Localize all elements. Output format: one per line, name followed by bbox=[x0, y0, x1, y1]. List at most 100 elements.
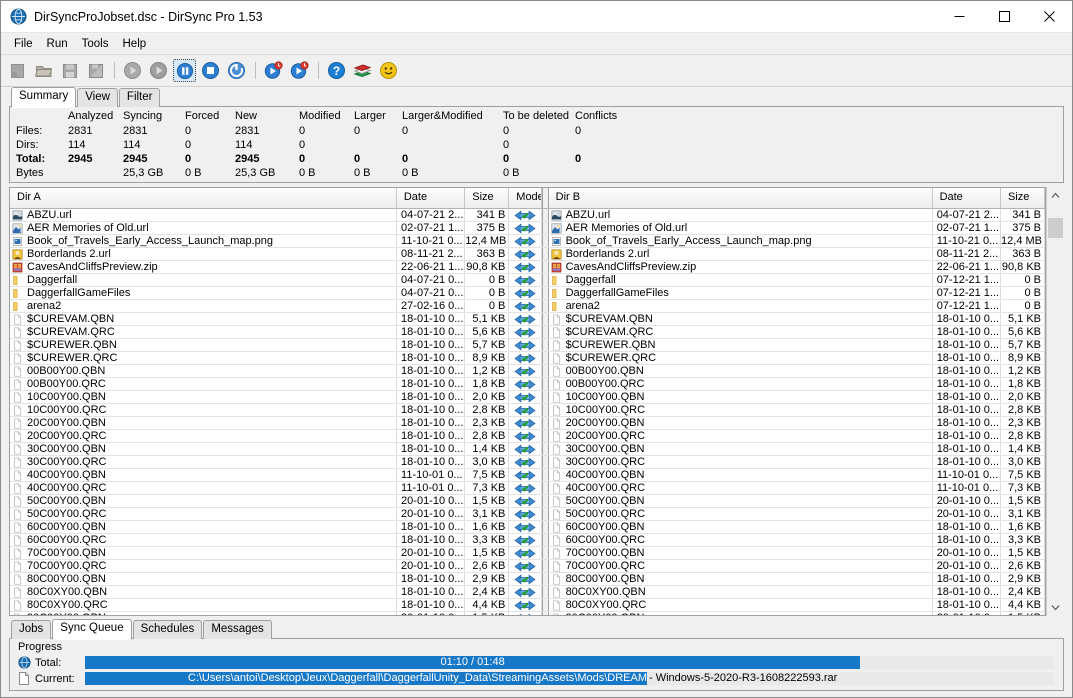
stop-icon[interactable] bbox=[199, 59, 222, 82]
new-job-icon[interactable] bbox=[6, 59, 29, 82]
panel-divider[interactable] bbox=[541, 430, 549, 442]
sync-both-ways-icon[interactable] bbox=[509, 534, 542, 546]
table-row[interactable]: 80C00Y00.QBN 18-01-10 0... 2,9 KB 80C00Y00.… bbox=[10, 573, 1045, 586]
tab-schedules[interactable]: Schedules bbox=[132, 620, 203, 639]
tab-jobs[interactable]: Jobs bbox=[11, 620, 52, 639]
sync-both-ways-icon[interactable] bbox=[509, 352, 542, 364]
table-row[interactable]: 90C00Y00.QBN 20-01-10 0... 1,5 KB 90C00Y00.… bbox=[10, 612, 1045, 615]
table-row[interactable]: 20C00Y00.QRC 18-01-10 0... 2,8 KB 20C00Y00.… bbox=[10, 430, 1045, 443]
table-row[interactable]: $CUREVAM.QRC 18-01-10 0... 5,6 KB $CUREVAM.… bbox=[10, 326, 1045, 339]
open-job-icon[interactable] bbox=[32, 59, 55, 82]
panel-divider[interactable] bbox=[541, 365, 549, 377]
column-header-size-b[interactable]: Size bbox=[1000, 188, 1045, 208]
panel-divider[interactable] bbox=[541, 547, 549, 559]
sync-both-ways-icon[interactable] bbox=[509, 443, 542, 455]
sync-both-ways-icon[interactable] bbox=[509, 300, 542, 312]
sync-both-ways-icon[interactable] bbox=[509, 469, 542, 481]
panel-divider[interactable] bbox=[541, 209, 549, 221]
sync-both-ways-icon[interactable] bbox=[509, 326, 542, 338]
scroll-down-icon[interactable] bbox=[1047, 599, 1064, 616]
table-row[interactable]: 70C00Y00.QBN 20-01-10 0... 1,5 KB 70C00Y00.… bbox=[10, 547, 1045, 560]
sync-both-ways-icon[interactable] bbox=[509, 391, 542, 403]
scrollbar-track[interactable] bbox=[1047, 204, 1064, 599]
table-row[interactable]: 40C00Y00.QBN 11-10-01 0... 7,5 KB 40C00Y00.… bbox=[10, 469, 1045, 482]
panel-divider[interactable] bbox=[541, 469, 549, 481]
table-row[interactable]: 50C00Y00.QBN 20-01-10 0... 1,5 KB 50C00Y00.… bbox=[10, 495, 1045, 508]
panel-divider[interactable] bbox=[541, 495, 549, 507]
panel-divider[interactable] bbox=[541, 586, 549, 598]
menu-help[interactable]: Help bbox=[116, 36, 154, 52]
sync-both-ways-icon[interactable] bbox=[509, 430, 542, 442]
sync-both-ways-icon[interactable] bbox=[509, 248, 542, 260]
table-row[interactable]: 40C00Y00.QRC 11-10-01 0... 7,3 KB 40C00Y00.… bbox=[10, 482, 1045, 495]
about-smiley-icon[interactable] bbox=[377, 59, 400, 82]
tab-messages[interactable]: Messages bbox=[203, 620, 272, 639]
save-job-icon[interactable] bbox=[58, 59, 81, 82]
table-row[interactable]: arena2 27-02-16 0... 0 B arena2 07-12-21 1..… bbox=[10, 300, 1045, 313]
synchronize-icon[interactable] bbox=[147, 59, 170, 82]
panel-divider[interactable] bbox=[541, 287, 549, 299]
table-row[interactable]: 60C00Y00.QRC 18-01-10 0... 3,3 KB 60C00Y00.… bbox=[10, 534, 1045, 547]
analyze-icon[interactable] bbox=[121, 59, 144, 82]
panel-divider[interactable] bbox=[541, 391, 549, 403]
table-row[interactable]: $CUREVAM.QBN 18-01-10 0... 5,1 KB $CUREVAM.… bbox=[10, 313, 1045, 326]
panel-divider[interactable] bbox=[541, 248, 549, 260]
table-row[interactable]: $CUREWER.QBN 18-01-10 0... 5,7 KB $CUREWER.… bbox=[10, 339, 1045, 352]
sync-both-ways-icon[interactable] bbox=[509, 339, 542, 351]
tab-sync-queue[interactable]: Sync Queue bbox=[52, 619, 132, 640]
table-row[interactable]: Book_of_Travels_Early_Access_Launch_map.… bbox=[10, 235, 1045, 248]
table-row[interactable]: 60C00Y00.QBN 18-01-10 0... 1,6 KB 60C00Y00.… bbox=[10, 521, 1045, 534]
sync-both-ways-icon[interactable] bbox=[509, 599, 542, 611]
panel-divider[interactable] bbox=[541, 352, 549, 364]
table-row[interactable]: 10C00Y00.QBN 18-01-10 0... 2,0 KB 10C00Y00.… bbox=[10, 391, 1045, 404]
sync-both-ways-icon[interactable] bbox=[509, 560, 542, 572]
sync-both-ways-icon[interactable] bbox=[509, 365, 542, 377]
column-header-mode[interactable]: Mode bbox=[509, 188, 542, 208]
menu-run[interactable]: Run bbox=[40, 36, 75, 52]
sync-both-ways-icon[interactable] bbox=[509, 274, 542, 286]
sync-both-ways-icon[interactable] bbox=[509, 495, 542, 507]
panel-divider[interactable] bbox=[541, 222, 549, 234]
panel-divider[interactable] bbox=[541, 534, 549, 546]
file-list-scrollbar[interactable] bbox=[1046, 187, 1064, 616]
panel-divider[interactable] bbox=[541, 443, 549, 455]
sync-both-ways-icon[interactable] bbox=[509, 261, 542, 273]
panel-divider[interactable] bbox=[541, 521, 549, 533]
sync-both-ways-icon[interactable] bbox=[509, 378, 542, 390]
table-row[interactable]: 00B00Y00.QBN 18-01-10 0... 1,2 KB 00B00Y00.… bbox=[10, 365, 1045, 378]
menu-tools[interactable]: Tools bbox=[75, 36, 116, 52]
column-header-date-a[interactable]: Date bbox=[396, 188, 466, 208]
panel-divider[interactable] bbox=[541, 456, 549, 468]
panel-divider[interactable] bbox=[541, 573, 549, 585]
schedule-stop-icon[interactable] bbox=[288, 59, 311, 82]
table-row[interactable]: AER Memories of Old.url 02-07-21 1... 375 … bbox=[10, 222, 1045, 235]
panel-divider[interactable] bbox=[541, 300, 549, 312]
sync-both-ways-icon[interactable] bbox=[509, 482, 542, 494]
panel-divider[interactable] bbox=[541, 326, 549, 338]
sync-both-ways-icon[interactable] bbox=[509, 235, 542, 247]
close-button[interactable] bbox=[1027, 1, 1072, 32]
tab-view[interactable]: View bbox=[77, 88, 118, 107]
panel-divider[interactable] bbox=[541, 378, 549, 390]
save-as-job-icon[interactable] bbox=[84, 59, 107, 82]
scroll-up-icon[interactable] bbox=[1047, 187, 1064, 204]
panel-divider[interactable] bbox=[541, 612, 549, 615]
table-row[interactable]: Daggerfall 04-07-21 0... 0 B Daggerfall 07-1… bbox=[10, 274, 1045, 287]
menu-file[interactable]: File bbox=[7, 36, 40, 52]
pause-icon[interactable] bbox=[173, 59, 196, 82]
panel-divider[interactable] bbox=[541, 482, 549, 494]
sync-both-ways-icon[interactable] bbox=[509, 573, 542, 585]
panel-divider[interactable] bbox=[541, 313, 549, 325]
tab-filter[interactable]: Filter bbox=[118, 88, 161, 107]
restart-icon[interactable] bbox=[225, 59, 248, 82]
panel-divider[interactable] bbox=[541, 188, 549, 208]
table-row[interactable]: ABZU.url 04-07-21 2... 341 B ABZU.url 04-07-… bbox=[10, 209, 1045, 222]
table-row[interactable]: Borderlands 2.url 08-11-21 2... 363 B Borde… bbox=[10, 248, 1045, 261]
manual-books-icon[interactable] bbox=[351, 59, 374, 82]
table-row[interactable]: 20C00Y00.QBN 18-01-10 0... 2,3 KB 20C00Y00.… bbox=[10, 417, 1045, 430]
sync-both-ways-icon[interactable] bbox=[509, 222, 542, 234]
maximize-button[interactable] bbox=[982, 1, 1027, 32]
column-header-dir-a[interactable]: Dir A bbox=[10, 188, 397, 208]
sync-both-ways-icon[interactable] bbox=[509, 612, 542, 615]
sync-both-ways-icon[interactable] bbox=[509, 287, 542, 299]
